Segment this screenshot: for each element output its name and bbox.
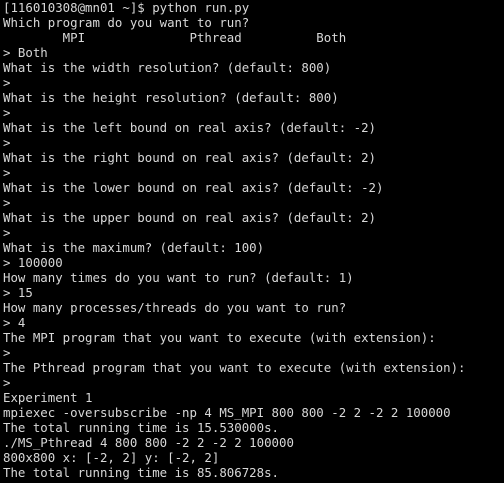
threads-answer: > 4	[3, 315, 26, 330]
run-times-question: How many times do you want to run? (defa…	[3, 270, 354, 285]
right-bound-answer: >	[3, 165, 11, 180]
mpi-program-question: The MPI program that you want to execute…	[3, 330, 436, 345]
width-question: What is the width resolution? (default: …	[3, 60, 332, 75]
mpi-running-time: The total running time is 15.530000s.	[3, 420, 280, 435]
pthread-program-question: The Pthread program that you want to exe…	[3, 360, 466, 375]
mpi-command-output: mpiexec -oversubscribe -np 4 MS_MPI 800 …	[3, 405, 451, 420]
experiment-heading: Experiment 1	[3, 390, 93, 405]
program-question: Which program do you want to run?	[3, 15, 250, 30]
maximum-answer: > 100000	[3, 255, 63, 270]
terminal-window[interactable]: [116010308@mn01 ~]$ python run.py Which …	[0, 0, 504, 483]
program-answer: > Both	[3, 45, 48, 60]
left-bound-question: What is the left bound on real axis? (de…	[3, 120, 376, 135]
run-times-answer: > 15	[3, 285, 33, 300]
threads-question: How many processes/threads do you want t…	[3, 300, 347, 315]
shell-prompt-command: [116010308@mn01 ~]$ python run.py	[3, 0, 250, 15]
height-answer: >	[3, 105, 11, 120]
pthread-command-output: ./MS_Pthread 4 800 800 -2 2 -2 2 100000	[3, 435, 294, 450]
lower-bound-question: What is the lower bound on real axis? (d…	[3, 180, 384, 195]
upper-bound-question: What is the upper bound on real axis? (d…	[3, 210, 376, 225]
right-bound-question: What is the right bound on real axis? (d…	[3, 150, 376, 165]
height-question: What is the height resolution? (default:…	[3, 90, 339, 105]
width-answer: >	[3, 75, 11, 90]
pthread-program-answer: >	[3, 375, 11, 390]
mpi-program-answer: >	[3, 345, 11, 360]
pthread-running-time: The total running time is 85.806728s.	[3, 465, 280, 480]
upper-bound-answer: >	[3, 225, 11, 240]
program-options[interactable]: MPI Pthread Both	[3, 30, 504, 45]
maximum-question: What is the maximum? (default: 100)	[3, 240, 265, 255]
pthread-resolution-output: 800x800 x: [-2, 2] y: [-2, 2]	[3, 450, 220, 465]
left-bound-answer: >	[3, 135, 11, 150]
lower-bound-answer: >	[3, 195, 11, 210]
